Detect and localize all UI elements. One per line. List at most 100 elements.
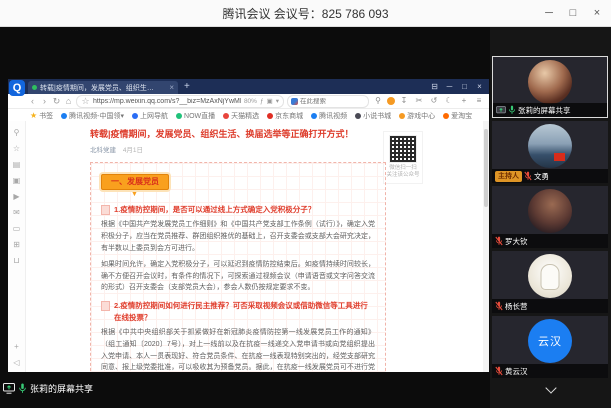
participant-tile[interactable]: 杨长营 <box>492 251 608 313</box>
browser-tab[interactable]: 转载|疫情期间，发展党员、组织生… × <box>28 81 178 94</box>
bookmark-item[interactable]: 小说书城 <box>355 111 391 121</box>
meeting-stage: Q 转载|疫情期间，发展党员、组织生… × + ⊟ ─ □ × ‹ › ↻ ⌂ … <box>0 27 611 408</box>
bookmark-item[interactable]: 上网导航 <box>132 111 168 121</box>
sidebar-card-icon[interactable]: ▭ <box>13 225 21 233</box>
microphone-muted-icon <box>495 236 503 246</box>
maximize-button[interactable]: □ <box>561 0 585 26</box>
bookmark-item[interactable]: 腾讯视频 <box>311 111 347 121</box>
browser-tabstrip: 转载|疫情期间，发展党员、组织生… × + ⊟ ─ □ × <box>8 79 489 94</box>
article-byline: 北科党建 4月1日 <box>90 144 386 154</box>
url-text[interactable]: https://mp.weixin.qq.com/s?__biz=MzAxNjY… <box>93 98 241 105</box>
screen-share-icon <box>3 383 15 394</box>
search-icon[interactable]: ⚲ <box>372 97 384 105</box>
browser-side-toolbar: ⚲ ☆ ▤ ▣ ▶ ✉ ▭ ⊞ ⊔ + ◁ <box>8 121 26 372</box>
bookmark-item[interactable]: NOW直播 <box>176 111 215 121</box>
site-icon <box>311 113 317 119</box>
bookmark-item[interactable]: 腾讯视频-中国领▾ <box>61 111 124 121</box>
sidebar-message-icon[interactable]: ✉ <box>13 209 20 217</box>
night-mode-icon[interactable]: ☾ <box>443 97 455 105</box>
screen-share-banner: 张莉的屏幕共享 <box>3 381 93 395</box>
sidebar-favorites-icon[interactable]: ☆ <box>13 145 20 153</box>
participant-tile[interactable]: 云汉 黄云汉 <box>492 316 608 378</box>
bookmark-item[interactable]: 游戏中心 <box>399 111 435 121</box>
question-doc-icon <box>101 205 110 215</box>
chevron-down-icon[interactable]: ▾ <box>276 97 279 105</box>
participant-label-bar: 黄云汉 <box>492 364 608 378</box>
bookmark-item[interactable]: 爱淘宝 <box>443 111 472 121</box>
participant-label-bar: 主持人 文勇 <box>492 169 608 183</box>
article-date: 4月1日 <box>123 147 143 154</box>
article-author[interactable]: 北科党建 <box>90 147 116 154</box>
article-body-box: 一、发展党员 ▼ 1.疫情防控期间，是否可以通过线上方式确定入党积极分子？ 根据… <box>90 162 386 372</box>
bookmark-item[interactable]: ★书签 <box>30 111 53 121</box>
close-button[interactable]: × <box>585 0 609 26</box>
history-icon[interactable]: ↺ <box>428 97 440 105</box>
reader-mode-icon[interactable]: ƒ <box>260 98 264 105</box>
bookmark-item[interactable]: 京东商城 <box>267 111 303 121</box>
browser-close-button[interactable]: × <box>472 82 487 91</box>
sidebar-apps-icon[interactable]: ⊞ <box>13 241 20 249</box>
page-zoom-level[interactable]: 80% <box>244 98 257 105</box>
forward-icon[interactable]: › <box>40 97 49 106</box>
share-page-icon[interactable]: ▣ <box>267 97 273 105</box>
scrollbar-thumb[interactable] <box>484 129 488 207</box>
site-icon <box>355 113 361 119</box>
site-icon <box>223 113 229 119</box>
scroll-down-chevron-icon[interactable] <box>545 382 556 393</box>
microphone-muted-icon <box>524 171 532 181</box>
participant-tile[interactable]: 罗大钦 <box>492 186 608 248</box>
participant-name: 黄云汉 <box>505 366 528 377</box>
participant-label-bar: 杨长营 <box>492 299 608 313</box>
participant-name: 罗大钦 <box>505 236 528 247</box>
address-bar[interactable]: ☆ https://mp.weixin.qq.com/s?__biz=MzAxN… <box>76 95 284 108</box>
browser-maximize-button[interactable]: □ <box>457 82 472 91</box>
back-icon[interactable]: ‹ <box>28 97 37 106</box>
qr-code-block: 微信扫一扫 关注该公众号 <box>383 131 423 184</box>
host-badge: 主持人 <box>495 171 522 182</box>
badge-caret-icon: ▼ <box>131 191 375 198</box>
participant-tile-sharing[interactable]: 张莉的屏幕共享 <box>492 56 608 118</box>
refresh-icon[interactable]: ↻ <box>52 97 61 106</box>
microphone-on-icon <box>18 383 27 394</box>
search-input[interactable] <box>300 98 365 105</box>
sidebar-video-icon[interactable]: ▶ <box>13 193 19 201</box>
menu-icon[interactable]: ≡ <box>473 97 485 105</box>
browser-minimize-button[interactable]: ─ <box>442 82 457 91</box>
meeting-titlebar: 腾讯会议 会议号：825 786 093 ─ □ × <box>0 0 611 27</box>
participant-label-bar: 张莉的屏幕共享 <box>493 103 607 117</box>
answer-paragraph: 如果时间允许，确定入党积极分子，可以延迟到疫情防控结束后。如疫情持续时间较长，确… <box>101 259 375 295</box>
site-icon <box>61 113 67 119</box>
page-scrollbar[interactable] <box>483 121 489 372</box>
minimize-button[interactable]: ─ <box>537 0 561 26</box>
search-box[interactable] <box>287 95 369 108</box>
sidebar-cart-icon[interactable]: ⊔ <box>13 257 19 265</box>
download-icon[interactable]: ↧ <box>398 97 410 105</box>
participant-tile[interactable]: 主持人 文勇 <box>492 121 608 183</box>
qq-account-icon[interactable] <box>387 97 395 105</box>
microphone-muted-icon <box>495 301 503 311</box>
question-2: 2.疫情防控期间如何进行民主推荐？可否采取视频会议或借助微信等工具进行在线投票？ <box>114 300 375 323</box>
answer-paragraph: 根据《中国共产党发展党员工作细则》和《中国共产党支部工作条例（试行）》，确定入党… <box>101 219 375 255</box>
qq-browser-logo-icon[interactable]: Q <box>9 80 25 96</box>
browser-toolbar: ‹ › ↻ ⌂ ☆ https://mp.weixin.qq.com/s?__b… <box>8 94 489 109</box>
screenshot-icon[interactable]: ✂ <box>413 97 425 105</box>
bookmark-item[interactable]: 天猫精选 <box>223 111 259 121</box>
site-icon <box>176 113 182 119</box>
avatar <box>528 189 572 233</box>
sidebar-image-icon[interactable]: ▣ <box>13 177 21 185</box>
add-tool-icon[interactable]: + <box>458 97 470 105</box>
home-icon[interactable]: ⌂ <box>64 97 73 106</box>
participant-name: 文勇 <box>534 171 549 182</box>
browser-window-controls: ⊟ ─ □ × <box>427 82 489 91</box>
browser-widget-icon[interactable]: ⊟ <box>427 82 442 91</box>
sidebar-collapse-icon[interactable]: ◁ <box>13 359 19 367</box>
sidebar-search-icon[interactable]: ⚲ <box>14 129 20 137</box>
sidebar-reading-icon[interactable]: ▤ <box>13 161 21 169</box>
new-tab-button[interactable]: + <box>184 81 190 92</box>
tab-close-icon[interactable]: × <box>169 83 174 92</box>
sidebar-add-icon[interactable]: + <box>14 343 19 351</box>
avatar <box>528 254 572 298</box>
microphone-muted-icon <box>495 366 503 376</box>
bookmark-star-icon[interactable]: ☆ <box>81 97 90 106</box>
tab-title: 转载|疫情期间，发展党员、组织生… <box>40 83 166 93</box>
